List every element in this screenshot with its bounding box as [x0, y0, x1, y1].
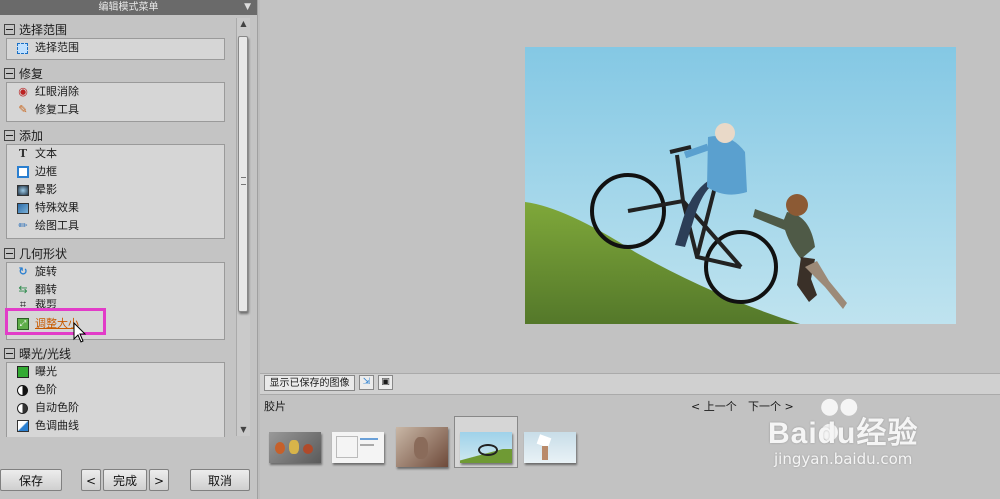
scroll-down-icon[interactable]: ▼ — [237, 424, 250, 436]
curves-icon — [17, 420, 29, 432]
section-header-exposure[interactable]: 曝光/光线 — [4, 346, 71, 362]
panel-scrollbar[interactable]: ▲ ▼ — [236, 18, 250, 436]
filmstrip-thumbnail[interactable] — [332, 432, 384, 463]
exposure-icon — [17, 366, 29, 378]
section-header-repair[interactable]: 修复 — [4, 66, 43, 82]
collapse-icon[interactable] — [4, 248, 15, 259]
collapse-icon[interactable] — [4, 24, 15, 35]
text-icon: T — [18, 147, 28, 160]
frame-icon — [17, 166, 29, 178]
wrench-icon: ✎ — [18, 103, 28, 116]
vignette-icon — [17, 185, 29, 196]
cancel-button[interactable]: 取消 — [190, 469, 250, 491]
menu-item-flip[interactable]: ⇆ 翻转 — [7, 281, 224, 299]
show-saved-images-button[interactable]: 显示已保存的图像 — [264, 375, 355, 391]
menu-item-auto-levels[interactable]: 自动色阶 — [7, 399, 224, 417]
menu-item-select-range[interactable]: 选择范围 — [7, 39, 224, 57]
rotate-icon: ↻ — [18, 265, 28, 278]
prev-button[interactable]: < — [81, 469, 101, 491]
brush-icon: ✏ — [18, 219, 28, 232]
panel-title: 编辑模式菜单 — [98, 2, 159, 13]
filmstrip-label: 胶片 — [264, 400, 286, 413]
collapse-icon[interactable] — [4, 68, 15, 79]
levels-icon — [17, 385, 28, 396]
menu-item-special-effects[interactable]: 特殊效果 — [7, 199, 224, 217]
menu-item-frame[interactable]: 边框 — [7, 163, 224, 181]
collapse-icon[interactable] — [4, 348, 15, 359]
scroll-thumb[interactable] — [238, 36, 248, 312]
swap-icon[interactable]: ⇲ — [359, 375, 374, 390]
preview-photo — [525, 47, 956, 324]
panel-title-bar: 编辑模式菜单 ▼ — [0, 0, 257, 15]
section-exposure: 曝光 色阶 自动色阶 色调曲线 — [6, 362, 225, 437]
highlight-box — [5, 308, 106, 335]
section-selection: 选择范围 — [6, 38, 225, 60]
filmstrip-thumbnail[interactable] — [396, 427, 448, 467]
eye-icon: ◉ — [18, 85, 28, 98]
filmstrip-toggle-icon[interactable]: ▣ — [378, 375, 393, 390]
menu-item-curves[interactable]: 色调曲线 — [7, 417, 224, 435]
selection-icon — [17, 43, 28, 54]
panel-collapse-icon[interactable]: ▼ — [244, 0, 251, 15]
auto-levels-icon — [17, 403, 28, 414]
section-repair: ◉ 红眼消除 ✎ 修复工具 — [6, 82, 225, 122]
section-header-geometry[interactable]: 几何形状 — [4, 246, 67, 262]
flip-icon: ⇆ — [18, 283, 28, 296]
menu-item-exposure[interactable]: 曝光 — [7, 363, 224, 381]
menu-item-text[interactable]: T 文本 — [7, 145, 224, 163]
done-button[interactable]: 完成 — [103, 469, 147, 491]
menu-item-red-eye[interactable]: ◉ 红眼消除 — [7, 83, 224, 101]
next-button[interactable]: > — [149, 469, 169, 491]
menu-item-vignette[interactable]: 晕影 — [7, 181, 224, 199]
filmstrip-prev-link[interactable]: < 上一个 — [691, 398, 737, 414]
scroll-up-icon[interactable]: ▲ — [237, 18, 250, 30]
menu-item-drawing-tool[interactable]: ✏ 绘图工具 — [7, 217, 224, 235]
filmstrip-thumbnail[interactable] — [269, 432, 321, 463]
section-add: T 文本 边框 晕影 特殊效果 ✏ 绘图工具 — [6, 144, 225, 239]
section-header-add[interactable]: 添加 — [4, 128, 43, 144]
section-header-selection[interactable]: 选择范围 — [4, 22, 67, 38]
effects-icon — [17, 203, 29, 214]
collapse-icon[interactable] — [4, 130, 15, 141]
menu-item-levels[interactable]: 色阶 — [7, 381, 224, 399]
mouse-cursor-icon — [73, 322, 87, 343]
menu-item-rotate[interactable]: ↻ 旋转 — [7, 263, 224, 281]
filmstrip-thumbnail-selected[interactable] — [460, 432, 512, 463]
save-button[interactable]: 保存 — [0, 469, 62, 491]
menu-item-repair-tool[interactable]: ✎ 修复工具 — [7, 101, 224, 119]
filmstrip-thumbnail[interactable] — [524, 432, 576, 463]
edit-mode-panel: 编辑模式菜单 ▼ 选择范围 选择范围 修复 ◉ 红眼消除 ✎ 修复工具 添加 T… — [0, 0, 258, 499]
